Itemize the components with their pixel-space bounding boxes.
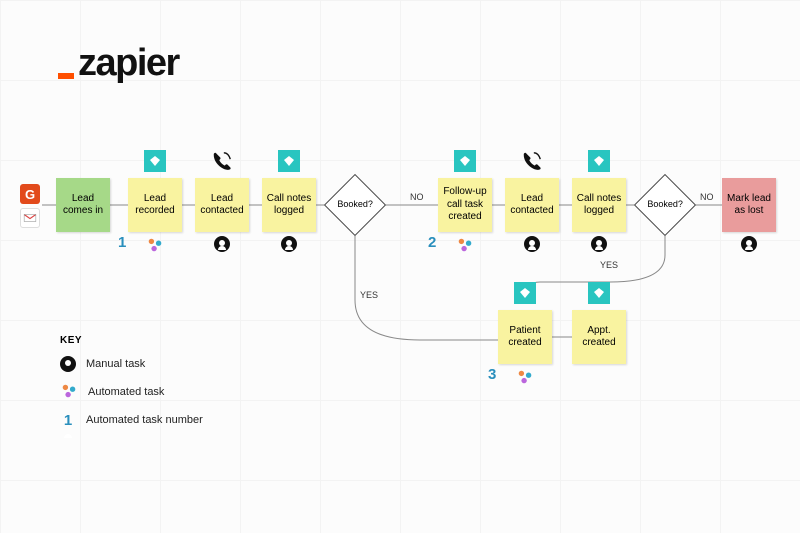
manual-task-icon bbox=[591, 236, 607, 252]
node-call-notes-1: Call notes logged bbox=[262, 178, 316, 232]
edge-label-yes-2: YES bbox=[600, 260, 618, 270]
manual-task-icon bbox=[524, 236, 540, 252]
edge-label-yes-1: YES bbox=[360, 290, 378, 300]
phone-icon bbox=[521, 150, 543, 172]
task-number-1: 1 bbox=[118, 234, 126, 251]
manual-task-icon bbox=[214, 236, 230, 252]
node-patient-created: Patient created bbox=[498, 310, 552, 364]
node-label: Lead contacted bbox=[199, 193, 245, 218]
logo-accent-bar bbox=[58, 73, 74, 79]
node-label: Booked? bbox=[337, 199, 373, 210]
phone-icon bbox=[211, 150, 233, 172]
task-number-3: 3 bbox=[488, 366, 496, 383]
crm-icon bbox=[588, 150, 610, 172]
node-label: Booked? bbox=[647, 199, 683, 210]
gravity-forms-icon: G bbox=[20, 184, 40, 204]
node-lead-comes-in: Lead comes in bbox=[56, 178, 110, 232]
edge-label-no-1: NO bbox=[410, 192, 424, 202]
node-appt-created: Appt. created bbox=[572, 310, 626, 364]
node-label: Call notes logged bbox=[266, 193, 312, 218]
logo-wordmark: zapier bbox=[78, 42, 179, 85]
legend-row-automated: Automated task bbox=[60, 384, 203, 400]
gmail-icon bbox=[20, 208, 40, 228]
node-label: Lead contacted bbox=[509, 193, 555, 218]
legend-label: Automated task bbox=[88, 386, 164, 398]
crm-icon bbox=[278, 150, 300, 172]
legend-title: KEY bbox=[60, 335, 203, 346]
node-label: Appt. created bbox=[576, 325, 622, 350]
node-followup-task: Follow-up call task created bbox=[438, 178, 492, 232]
node-lead-recorded: Lead recorded bbox=[128, 178, 182, 232]
automated-task-icon bbox=[516, 368, 534, 391]
node-label: Call notes logged bbox=[576, 193, 622, 218]
node-lead-contacted-2: Lead contacted bbox=[505, 178, 559, 232]
node-call-notes-2: Call notes logged bbox=[572, 178, 626, 232]
node-label: Patient created bbox=[502, 325, 548, 350]
node-lead-contacted-1: Lead contacted bbox=[195, 178, 249, 232]
node-label: Follow-up call task created bbox=[442, 186, 488, 224]
gravity-glyph: G bbox=[25, 187, 35, 202]
legend-label: Manual task bbox=[86, 358, 145, 370]
node-label: Lead recorded bbox=[132, 193, 178, 218]
legend-row-tasknum: 1 Automated task number bbox=[60, 412, 203, 428]
node-mark-lost: Mark lead as lost bbox=[722, 178, 776, 232]
node-label: Lead comes in bbox=[60, 193, 106, 218]
task-number-sample: 1 bbox=[60, 412, 76, 429]
automated-task-icon bbox=[60, 382, 78, 403]
automated-task-icon bbox=[456, 236, 474, 259]
edge-label-no-2: NO bbox=[700, 192, 714, 202]
legend: KEY Manual task Automated task 1 Automat… bbox=[60, 335, 203, 440]
crm-icon bbox=[454, 150, 476, 172]
zapier-logo: zapier bbox=[58, 42, 179, 85]
crm-icon bbox=[588, 282, 610, 304]
manual-task-icon bbox=[741, 236, 757, 252]
automated-task-icon bbox=[146, 236, 164, 259]
crm-icon bbox=[144, 150, 166, 172]
legend-row-manual: Manual task bbox=[60, 356, 203, 372]
crm-icon bbox=[514, 282, 536, 304]
manual-task-icon bbox=[281, 236, 297, 252]
manual-task-icon bbox=[60, 356, 76, 372]
node-label: Mark lead as lost bbox=[726, 193, 772, 218]
legend-label: Automated task number bbox=[86, 414, 203, 426]
task-number-2: 2 bbox=[428, 234, 436, 251]
